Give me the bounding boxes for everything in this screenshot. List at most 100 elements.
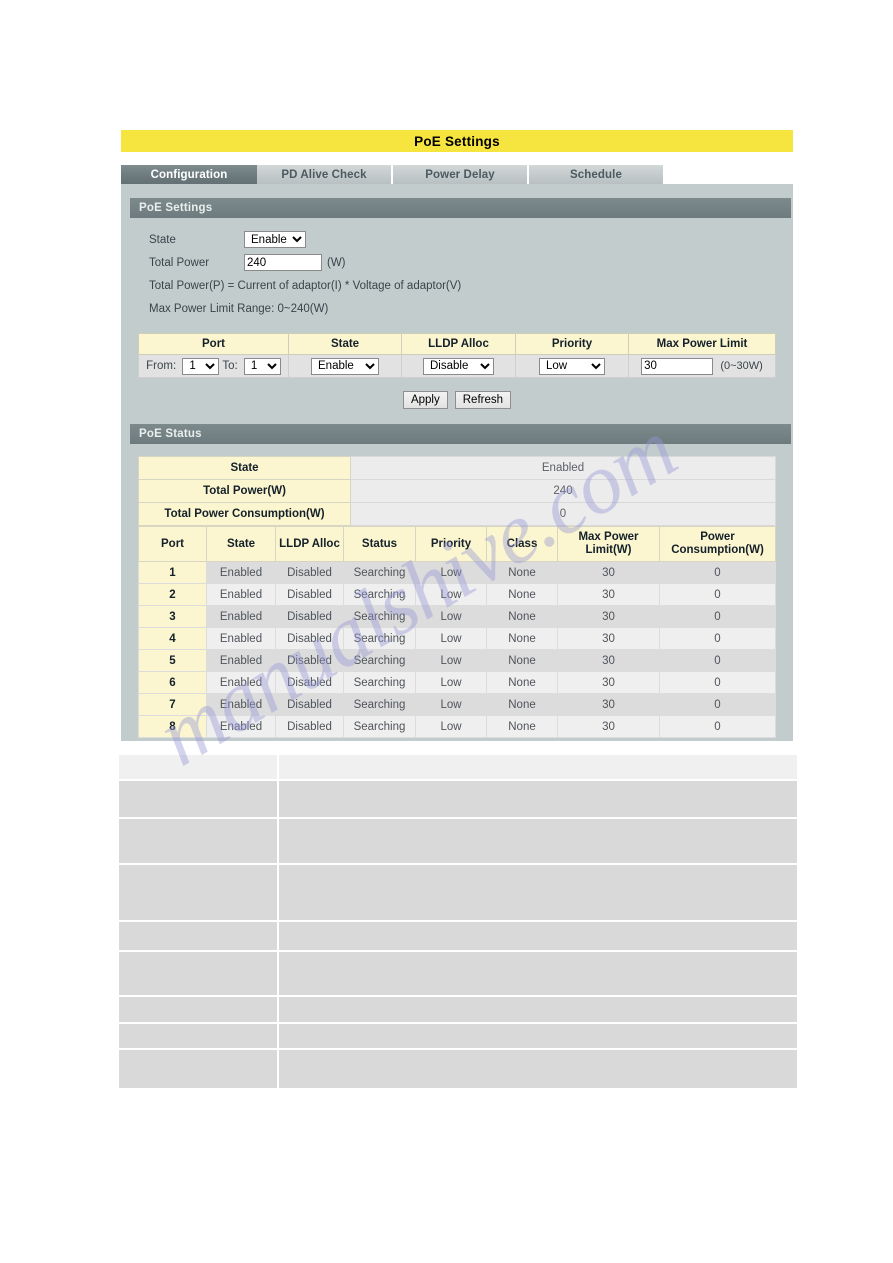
port-configuration-table: Port State LLDP Alloc Priority Max Power… (138, 333, 776, 378)
description-text-cell (277, 1022, 799, 1050)
summary-value-total-power: 240 (350, 479, 776, 503)
status-cell-class: None (486, 715, 558, 738)
summary-row-state: State Enabled (138, 456, 776, 480)
status-cell-port: 4 (138, 627, 207, 650)
status-header-status-line1: Status (361, 537, 398, 550)
cfg-header-row: Port State LLDP Alloc Priority Max Power… (138, 333, 776, 355)
description-text-cell (277, 817, 799, 865)
port-from-label: From: (146, 360, 177, 372)
poe-status-section-bar: PoE Status (130, 424, 791, 444)
cfg-header-state: State (288, 333, 402, 355)
state-select[interactable]: Enable (244, 231, 306, 248)
status-cell-class: None (486, 649, 558, 672)
tab-schedule[interactable]: Schedule (529, 165, 665, 184)
summary-label-total-power: Total Power(W) (138, 479, 351, 503)
description-row (117, 1022, 799, 1050)
status-cell-priority: Low (415, 671, 487, 694)
status-cell-status: Searching (343, 561, 416, 584)
status-cell-consumption: 0 (659, 627, 776, 650)
description-text-cell (277, 863, 799, 922)
max-power-limit-input[interactable] (641, 357, 714, 375)
port-state-select[interactable]: Enable (311, 357, 379, 375)
status-cell-max-power: 30 (557, 715, 660, 738)
description-text-cell (277, 920, 799, 952)
status-cell-state: Enabled (206, 583, 276, 606)
status-cell-max-power: 30 (557, 671, 660, 694)
table-row: 5 Enabled Disabled Searching Low None 30 0 (138, 649, 776, 672)
status-cell-state: Enabled (206, 605, 276, 628)
description-row (117, 950, 799, 997)
status-cell-max-power: 30 (557, 583, 660, 606)
status-cell-class: None (486, 627, 558, 650)
priority-select[interactable]: Low (539, 357, 605, 375)
port-from-select[interactable]: 1 (182, 357, 220, 375)
status-cell-max-power: 30 (557, 693, 660, 716)
cfg-state-cell: Enable (288, 354, 402, 378)
description-text-cell (277, 995, 799, 1024)
status-cell-status: Searching (343, 627, 416, 650)
tab-power-delay[interactable]: Power Delay (393, 165, 529, 184)
description-text-cell (277, 950, 799, 997)
desc-header-label (117, 753, 279, 781)
form-button-row: Apply Refresh (121, 391, 793, 409)
description-label-cell (117, 863, 279, 922)
status-cell-priority: Low (415, 715, 487, 738)
refresh-button[interactable]: Refresh (454, 391, 512, 409)
summary-label-state: State (138, 456, 351, 480)
cfg-max-power-cell: (0~30W) (628, 354, 776, 378)
status-header-maxpower-line2: Limit(W) (585, 544, 632, 556)
status-cell-status: Searching (343, 715, 416, 738)
status-cell-state: Enabled (206, 671, 276, 694)
cfg-header-port: Port (138, 333, 289, 355)
description-row (117, 995, 799, 1024)
tab-configuration[interactable]: Configuration (121, 165, 257, 184)
status-cell-port: 1 (138, 561, 207, 584)
desc-header-row (117, 753, 799, 781)
port-to-label: To: (222, 360, 238, 372)
description-row (117, 863, 799, 922)
description-text-cell (277, 779, 799, 819)
table-row: 7 Enabled Disabled Searching Low None 30 0 (138, 693, 776, 716)
status-cell-port: 6 (138, 671, 207, 694)
cfg-input-row: From: 1 To: 1 Enable Disable Low 30 (0~3… (138, 354, 776, 378)
status-cell-lldp: Disabled (275, 693, 344, 716)
status-cell-consumption: 0 (659, 649, 776, 672)
status-header-consumption-line1: Power (700, 531, 735, 543)
table-row: 6 Enabled Disabled Searching Low None 30 0 (138, 671, 776, 694)
status-cell-port: 5 (138, 649, 207, 672)
status-cell-lldp: Disabled (275, 561, 344, 584)
description-label-cell (117, 995, 279, 1024)
status-cell-state: Enabled (206, 715, 276, 738)
status-cell-consumption: 0 (659, 561, 776, 584)
status-cell-status: Searching (343, 671, 416, 694)
status-header-status: Status (343, 526, 416, 562)
status-cell-priority: Low (415, 693, 487, 716)
description-label-cell (117, 817, 279, 865)
tab-pd-alive-check[interactable]: PD Alive Check (257, 165, 393, 184)
cfg-priority-cell: Low (515, 354, 629, 378)
status-cell-consumption: 0 (659, 671, 776, 694)
desc-header-text (277, 753, 799, 781)
status-cell-status: Searching (343, 649, 416, 672)
cfg-lldp-cell: Disable (401, 354, 516, 378)
poe-status-summary-table: State Enabled Total Power(W) 240 Total P… (138, 456, 776, 526)
status-cell-lldp: Disabled (275, 671, 344, 694)
status-header-lldp-line1: LLDP Alloc (279, 537, 340, 550)
status-cell-port: 2 (138, 583, 207, 606)
lldp-alloc-select[interactable]: Disable (423, 357, 494, 375)
poe-settings-page: PoE Settings Configuration PD Alive Chec… (0, 0, 893, 1263)
status-cell-consumption: 0 (659, 583, 776, 606)
port-to-select[interactable]: 1 (243, 357, 281, 375)
status-cell-status: Searching (343, 693, 416, 716)
status-cell-max-power: 30 (557, 649, 660, 672)
status-cell-class: None (486, 605, 558, 628)
status-header-power-consumption: Power Consumption(W) (659, 526, 776, 562)
total-power-input[interactable] (244, 254, 322, 271)
status-header-maxpower-line1: Max Power (578, 531, 639, 543)
table-row: 8 Enabled Disabled Searching Low None 30 0 (138, 715, 776, 738)
apply-button[interactable]: Apply (402, 391, 448, 409)
description-table-rows (117, 779, 799, 1090)
description-label-cell (117, 1048, 279, 1090)
description-table (117, 753, 799, 1090)
status-cell-status: Searching (343, 583, 416, 606)
